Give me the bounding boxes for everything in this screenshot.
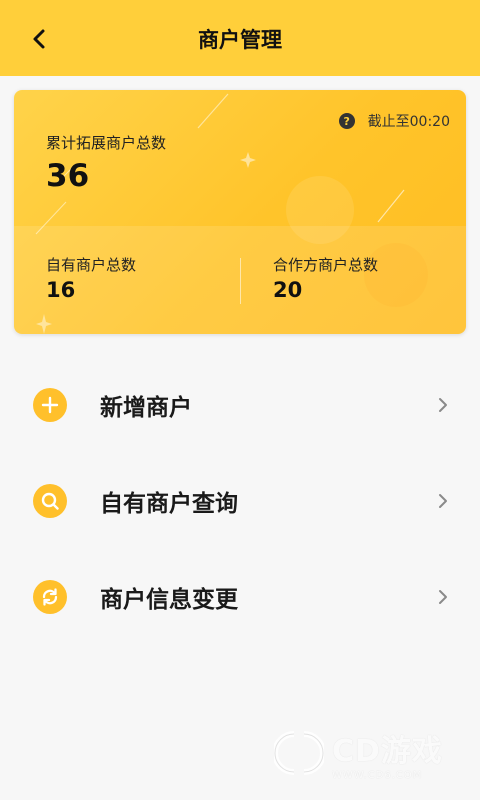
- cutoff-time: ? 截止至00:20: [338, 111, 450, 131]
- menu-list: 新增商户 自有商户查询 商户信息变更: [0, 357, 480, 645]
- total-merchants-value: 36: [46, 158, 90, 194]
- menu-item-merchant-info-change[interactable]: 商户信息变更: [0, 549, 480, 645]
- watermark-url: WWW.CD6.COM: [332, 769, 423, 781]
- chevron-right-icon: [439, 494, 447, 508]
- stats-divider: [240, 258, 241, 304]
- own-merchants-label: 自有商户总数: [46, 256, 137, 274]
- refresh-icon: [33, 580, 67, 614]
- menu-item-label: 新增商户: [100, 395, 192, 421]
- total-merchants-label: 累计拓展商户总数: [46, 134, 167, 152]
- watermark: CD游戏 WWW.CD6.COM: [274, 722, 464, 784]
- chevron-right-icon: [439, 590, 447, 604]
- partner-merchants-label: 合作方商户总数: [273, 256, 379, 274]
- watermark-logo-icon: [274, 731, 324, 775]
- menu-item-own-merchant-query[interactable]: 自有商户查询: [0, 453, 480, 549]
- watermark-brand: CD游戏: [332, 733, 443, 769]
- partner-merchants-value: 20: [273, 278, 303, 302]
- page-title: 商户管理: [198, 28, 282, 52]
- plus-icon: [33, 388, 67, 422]
- stats-card: ? 截止至00:20 累计拓展商户总数 36 自有商户总数 16 合作方商户总数…: [14, 90, 466, 334]
- menu-item-label: 自有商户查询: [100, 491, 238, 517]
- chevron-right-icon: [439, 398, 447, 412]
- search-icon: [33, 484, 67, 518]
- app-header: 商户管理: [0, 0, 480, 76]
- menu-item-add-merchant[interactable]: 新增商户: [0, 357, 480, 453]
- help-icon[interactable]: ?: [338, 113, 355, 129]
- cutoff-text: 截止至00:20: [367, 114, 450, 130]
- menu-item-label: 商户信息变更: [100, 587, 238, 613]
- own-merchants-value: 16: [46, 278, 76, 302]
